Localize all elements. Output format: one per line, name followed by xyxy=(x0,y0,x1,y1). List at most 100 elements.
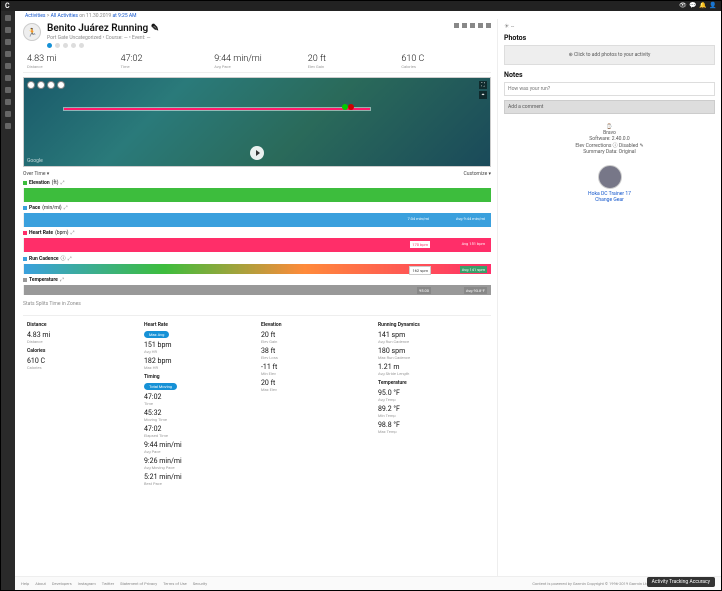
h-calories: Calories xyxy=(27,348,136,354)
expand-hr-icon[interactable]: ⤢ xyxy=(71,230,75,236)
stat-elev: 20 ft xyxy=(308,54,394,64)
summary-stats: 4.83 miDistance 47:02Time 9:44 min/miAvg… xyxy=(23,54,491,73)
page-footer: Help About Developers Instagram Twitter … xyxy=(15,576,721,590)
hr-toggle[interactable]: Max Avg xyxy=(144,331,169,338)
nav-icon-1[interactable] xyxy=(5,15,11,21)
activity-subtitle: Port Gate Uncategorized • Course: — • Ev… xyxy=(47,35,159,41)
foot-ig[interactable]: Instagram xyxy=(78,581,96,586)
foot-about[interactable]: About xyxy=(35,581,46,586)
detail-tabs[interactable]: Stats Splits Time in Zones xyxy=(23,301,491,307)
map-zoom-out[interactable] xyxy=(37,81,45,89)
dot-pace xyxy=(23,206,27,210)
app-logo[interactable]: C xyxy=(5,2,10,10)
star-3[interactable] xyxy=(63,43,68,48)
lbl-pace: Pace xyxy=(29,205,40,211)
chart-over-time[interactable]: Over Time ▾ xyxy=(23,171,49,177)
cadence-info-icon[interactable]: ⓘ xyxy=(61,255,66,262)
foot-priv[interactable]: Statement of Privacy xyxy=(120,581,157,586)
map-zoom-in[interactable] xyxy=(27,81,35,89)
chart-customize[interactable]: Customize ▾ xyxy=(464,171,491,177)
activity-map[interactable]: ⛶ ⌖ Google xyxy=(23,77,491,167)
map-layers[interactable] xyxy=(47,81,55,89)
chat-icon[interactable]: 💬 xyxy=(689,2,695,8)
dot-temp xyxy=(23,278,27,282)
chart-cadence[interactable]: 162 spmAvg 141 spm xyxy=(23,264,491,274)
stat-pace: 9:44 min/mi xyxy=(214,54,300,64)
stat-distance: 4.83 mi xyxy=(27,54,113,64)
map-full-icon[interactable]: ⛶ xyxy=(479,81,487,89)
activity-title: Benito Juárez Running xyxy=(47,23,148,34)
nav-icon-5[interactable] xyxy=(5,63,11,69)
play-button[interactable] xyxy=(250,146,264,160)
dot-cadence xyxy=(23,257,27,261)
dot-elevation xyxy=(23,181,27,185)
h-distance: Distance xyxy=(27,322,136,328)
stat-cal: 610 C xyxy=(401,54,487,64)
star-2[interactable] xyxy=(55,43,60,48)
eye-icon[interactable]: 👁 xyxy=(679,2,685,8)
nav-icon-2[interactable] xyxy=(5,27,11,33)
foot-terms[interactable]: Terms of Use xyxy=(163,581,187,586)
foot-dev[interactable]: Developers xyxy=(52,581,72,586)
lbl-hr: Heart Rate xyxy=(29,230,53,236)
chart-temp[interactable]: 95.00Avg 93.8°F xyxy=(23,285,491,295)
share-icon[interactable] xyxy=(462,23,467,28)
h-timing: Timing xyxy=(144,374,253,380)
h-temp: Temperature xyxy=(378,380,487,386)
nav-icon-7[interactable] xyxy=(5,87,11,93)
stat-time: 47:02 xyxy=(121,54,207,64)
accuracy-button[interactable]: Activity Tracking Accuracy xyxy=(647,577,715,587)
notes-input[interactable] xyxy=(504,82,715,96)
nav-icon-4[interactable] xyxy=(5,51,11,57)
end-marker xyxy=(348,104,354,110)
nav-icon-6[interactable] xyxy=(5,75,11,81)
device-block: ⌚ Bravo Software: 2.40.0.0 Elev Correcti… xyxy=(504,124,715,155)
gear-icon[interactable] xyxy=(486,23,491,28)
foot-help[interactable]: Help xyxy=(21,581,29,586)
chart-hr[interactable]: 170 bpmAvg 151 bpm xyxy=(23,238,491,252)
left-sidebar xyxy=(1,11,15,590)
nav-icon-10[interactable] xyxy=(5,123,11,129)
edit-activity-icon[interactable] xyxy=(454,23,459,28)
gear-block: Hoka DC Trainer 17 Change Gear xyxy=(504,165,715,203)
weather-icon: ☀ xyxy=(504,23,509,30)
comment-input[interactable]: Add a comment xyxy=(504,100,715,114)
activity-avatar[interactable]: 🏃 xyxy=(23,23,41,41)
map-expand[interactable] xyxy=(57,81,65,89)
lbl-elevation: Elevation xyxy=(29,180,50,186)
map-loc-icon[interactable]: ⌖ xyxy=(479,91,487,99)
nav-icon-3[interactable] xyxy=(5,39,11,45)
expand-temp-icon[interactable]: ⤢ xyxy=(60,277,64,283)
expand-pace-icon[interactable]: ⤢ xyxy=(64,205,68,211)
star-5[interactable] xyxy=(79,43,84,48)
app-topbar: C 👁 💬 🔔 👤 xyxy=(1,1,721,11)
add-photo-button[interactable]: ⊕ Click to add photos to your activity xyxy=(504,45,715,65)
h-dyn: Running Dynamics xyxy=(378,322,487,328)
photos-header: Photos xyxy=(504,34,715,42)
bell-icon[interactable]: 🔔 xyxy=(699,2,705,8)
lbl-cadence: Run Cadence xyxy=(29,256,59,262)
foot-sec[interactable]: Security xyxy=(193,581,207,586)
user-icon[interactable]: 👤 xyxy=(709,2,715,8)
lbl-temp: Temperature xyxy=(29,277,58,283)
gear-image[interactable] xyxy=(598,165,622,189)
notes-header: Notes xyxy=(504,71,715,79)
h-hr: Heart Rate xyxy=(144,322,253,328)
nav-icon-8[interactable] xyxy=(5,99,11,105)
change-gear-link[interactable]: Change Gear xyxy=(504,197,715,203)
chart-elevation[interactable] xyxy=(23,188,491,202)
expand-cadence-icon[interactable]: ⤢ xyxy=(68,256,72,262)
star-1[interactable] xyxy=(47,43,52,48)
nav-icon-9[interactable] xyxy=(5,111,11,117)
edit-icon[interactable]: ✎ xyxy=(151,23,159,34)
dot-hr xyxy=(23,231,27,235)
map-attribution: Google xyxy=(27,158,43,164)
star-4[interactable] xyxy=(71,43,76,48)
tag-icon[interactable] xyxy=(478,23,483,28)
star-icon[interactable] xyxy=(470,23,475,28)
chart-pace[interactable]: 7:34 min/miAvg 9:44 min/mi xyxy=(23,213,491,227)
timing-toggle[interactable]: Total Moving xyxy=(144,383,177,390)
expand-elevation-icon[interactable]: ⤢ xyxy=(60,180,64,186)
route-line xyxy=(64,108,370,110)
foot-tw[interactable]: Twitter xyxy=(102,581,114,586)
